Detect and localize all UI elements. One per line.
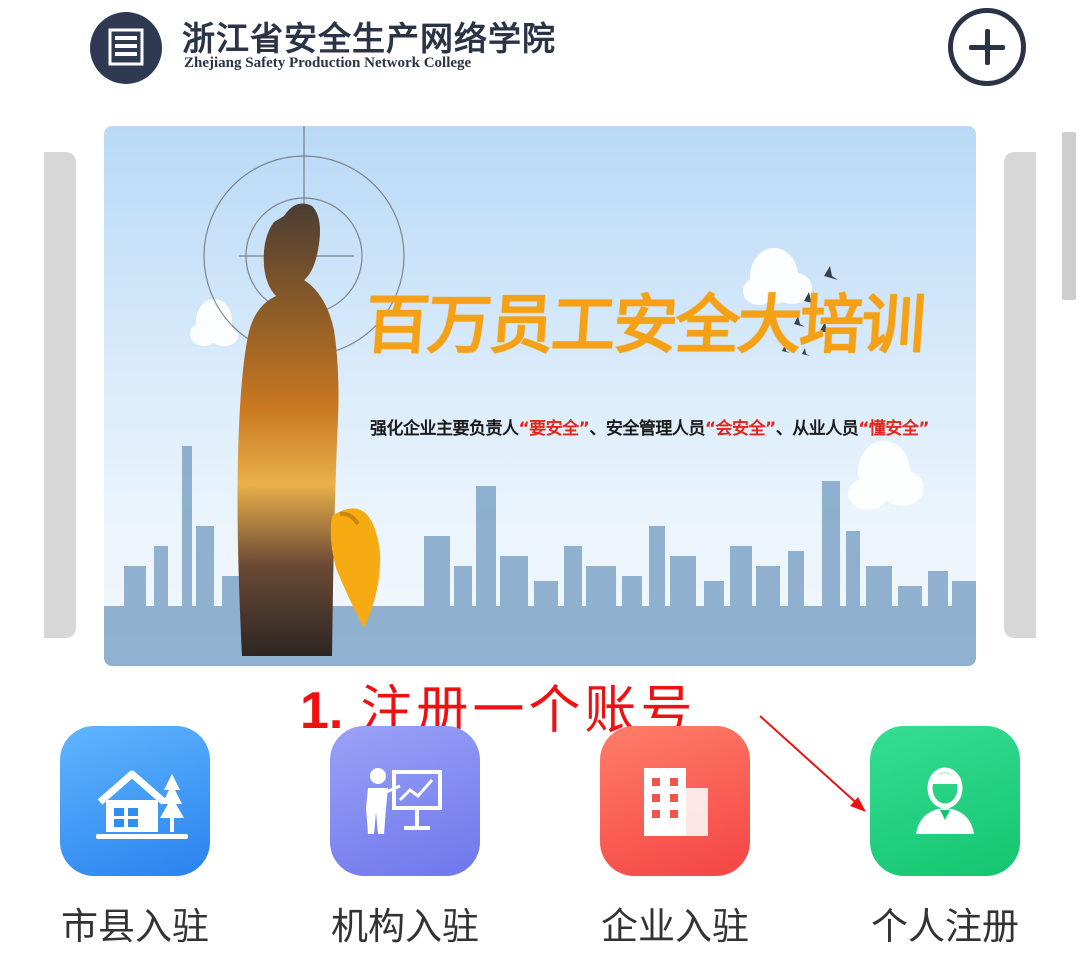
site-subtitle: Zhejiang Safety Production Network Colle…	[184, 55, 472, 71]
plus-circle-icon[interactable]	[948, 8, 1026, 86]
building-icon	[644, 768, 708, 836]
banner-illustration	[104, 126, 976, 666]
carousel-prev-card[interactable]	[44, 152, 76, 638]
carousel-next-card[interactable]	[1004, 152, 1036, 638]
nav-enterprise-button[interactable]	[600, 726, 750, 876]
nav-personal-register-button[interactable]	[870, 726, 1020, 876]
nav-label-enterprise: 企业入驻	[601, 905, 749, 948]
nav-city-county-button[interactable]	[60, 726, 210, 876]
city-house-icon	[96, 770, 188, 839]
document-stack-icon	[90, 12, 162, 84]
nav-institution-button[interactable]	[330, 726, 480, 876]
presentation-teacher-icon	[366, 768, 442, 834]
nav-label-personal-register: 个人注册	[871, 905, 1019, 948]
person-icon	[916, 767, 974, 834]
nav-label-city-county: 市县入驻	[61, 905, 209, 948]
banner-subtitle: 强化企业主要负责人“要安全”、安全管理人员“会安全”、从业人员“懂安全”	[370, 419, 930, 439]
nav-label-institution: 机构入驻	[331, 905, 479, 948]
banner-title: 百万员工安全大培训	[362, 289, 927, 363]
scrollbar[interactable]	[1062, 132, 1076, 300]
banner-slide[interactable]: 百万员工安全大培训 强化企业主要负责人“要安全”、安全管理人员“会安全”、从业人…	[104, 126, 976, 666]
site-title: 浙江省安全生产网络学院	[182, 19, 556, 58]
